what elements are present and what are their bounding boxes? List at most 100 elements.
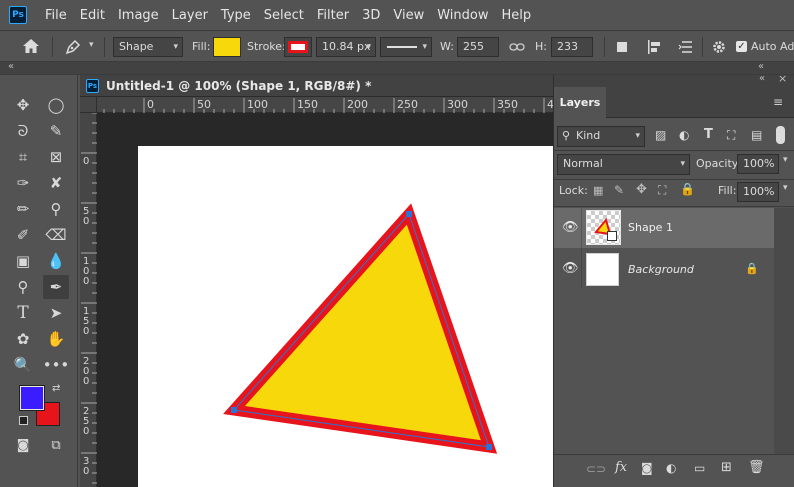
new-layer-icon[interactable]: ⊞ [721, 460, 732, 475]
menu-view[interactable]: View [387, 0, 431, 31]
chevron-down-icon[interactable]: ▾ [783, 155, 788, 165]
triangle-shape[interactable] [97, 113, 553, 487]
marquee-tool-icon[interactable]: ◯ [43, 93, 69, 117]
lasso-tool-icon[interactable]: ᘐ [10, 119, 36, 143]
frame-tool-icon[interactable]: ⊠ [43, 145, 69, 169]
collapse-panels-icon[interactable]: « [758, 61, 764, 72]
layer-row-shape-1[interactable]: 👁 Shape 1 [554, 208, 774, 248]
add-mask-icon[interactable]: ◙ [641, 461, 653, 475]
anchor-point[interactable] [231, 407, 237, 413]
healing-brush-tool-icon[interactable]: ✘ [43, 171, 69, 195]
more-tools-icon[interactable]: ••• [43, 353, 70, 377]
canvas-area[interactable] [97, 113, 553, 487]
opacity-field[interactable]: 100% [737, 154, 779, 174]
history-brush-tool-icon[interactable]: ✐ [10, 223, 36, 247]
height-label: H: [535, 40, 547, 53]
menu-layer[interactable]: Layer [166, 0, 215, 31]
path-selection-tool-icon[interactable]: ➤ [43, 301, 69, 325]
pen-tool-icon[interactable]: ✒ [43, 275, 69, 299]
shape-filter-icon[interactable]: ⛶ [727, 128, 735, 143]
clone-stamp-tool-icon[interactable]: ⚲ [43, 197, 69, 221]
brush-tool-icon[interactable]: ✏ [10, 197, 36, 221]
gear-icon[interactable] [711, 39, 727, 55]
ruler-origin[interactable] [80, 97, 97, 113]
path-operations-icon[interactable] [617, 42, 627, 52]
new-group-icon[interactable]: ▭ [694, 461, 705, 475]
gradient-tool-icon[interactable]: ▣ [10, 249, 36, 273]
link-layers-icon[interactable]: ⊂⊃ [586, 462, 606, 476]
chevron-down-icon[interactable]: ▾ [783, 183, 788, 193]
tab-layers[interactable]: Layers [554, 87, 606, 118]
filter-kind-select[interactable]: ⚲ Kind ▾ [557, 126, 645, 147]
menu-help[interactable]: Help [496, 0, 539, 31]
link-icon[interactable] [509, 42, 525, 52]
adjustment-layer-icon[interactable]: ◐ [666, 461, 676, 475]
anchor-point[interactable] [406, 211, 412, 217]
menu-image[interactable]: Image [112, 0, 166, 31]
panel-menu-icon[interactable]: ≡ [773, 95, 783, 109]
crop-tool-icon[interactable]: ⌗ [10, 145, 36, 169]
stroke-type-select[interactable]: ▾ [380, 37, 432, 57]
lock-position-icon[interactable]: ✥ [636, 182, 647, 197]
menu-edit[interactable]: Edit [74, 0, 112, 31]
path-alignment-icon[interactable] [646, 39, 662, 55]
default-colors-icon[interactable] [19, 416, 28, 425]
stroke-width-value: 10.84 px [322, 40, 371, 53]
lock-all-icon[interactable]: 🔒 [680, 182, 695, 196]
eyedropper-tool-icon[interactable]: ✑ [10, 171, 36, 195]
collapse-icon[interactable]: « [759, 73, 765, 84]
visibility-eye-icon[interactable]: 👁 [562, 261, 579, 276]
swap-colors-icon[interactable]: ⇄ [52, 383, 60, 394]
stroke-color-swatch[interactable] [284, 37, 312, 57]
custom-shape-tool-icon[interactable]: ✿ [10, 327, 36, 351]
menu-file[interactable]: File [39, 0, 74, 31]
quick-selection-tool-icon[interactable]: ✎ [43, 119, 69, 143]
fill-color-swatch[interactable] [213, 37, 241, 57]
collapse-toolbar-icon[interactable]: « [8, 61, 14, 72]
type-tool-icon[interactable]: T [10, 301, 36, 325]
fill-field[interactable]: 100% [737, 182, 779, 202]
menu-select[interactable]: Select [258, 0, 311, 31]
width-field[interactable]: 255 px [457, 37, 499, 71]
menu-filter[interactable]: Filter [311, 0, 356, 31]
hand-tool-icon[interactable]: ✋ [43, 327, 69, 351]
layer-style-icon[interactable]: fx [615, 460, 627, 475]
menu-type[interactable]: Type [215, 0, 258, 31]
screen-mode-icon[interactable]: ⧉ [43, 433, 69, 457]
pixel-filter-icon[interactable]: ▨ [655, 128, 666, 142]
chevron-down-icon[interactable]: ▾ [89, 40, 94, 50]
pen-tool-icon[interactable] [64, 38, 82, 56]
close-icon[interactable]: × [778, 72, 787, 85]
shape-mode-select[interactable]: Shape ▾ [113, 37, 183, 57]
lock-artboard-icon[interactable]: ⛶ [658, 183, 666, 198]
blur-tool-icon[interactable]: 💧 [43, 249, 69, 273]
dodge-tool-icon[interactable]: ⚲ [10, 275, 36, 299]
type-filter-icon[interactable]: T [704, 127, 713, 142]
height-field[interactable]: 233 px [551, 37, 593, 71]
menu-window[interactable]: Window [431, 0, 495, 31]
foreground-color-swatch[interactable] [19, 385, 45, 411]
delete-layer-icon[interactable]: 🗑 [748, 460, 765, 475]
auto-add-checkbox[interactable]: ✓ [736, 41, 747, 52]
adjustment-filter-icon[interactable]: ◐ [679, 128, 689, 142]
filter-toggle[interactable] [776, 126, 785, 144]
eraser-tool-icon[interactable]: ⌫ [43, 223, 69, 247]
blend-mode-select[interactable]: Normal ▾ [557, 154, 690, 175]
photoshop-logo[interactable]: Ps [9, 6, 27, 24]
visibility-eye-icon[interactable]: 👁 [562, 220, 579, 235]
layer-row-background[interactable]: 👁 Background 🔒 [554, 249, 774, 289]
stroke-width-field[interactable]: 10.84 px ▾ [316, 37, 376, 57]
path-arrangement-icon[interactable] [678, 39, 696, 55]
anchor-point[interactable] [486, 444, 492, 450]
lock-transparency-icon[interactable]: ▦ [593, 184, 603, 197]
move-tool-icon[interactable]: ✥ [10, 93, 36, 117]
layers-scrollbar[interactable] [774, 208, 794, 454]
quick-mask-icon[interactable]: ◙ [10, 433, 36, 457]
lock-image-icon[interactable]: ✎ [614, 183, 624, 197]
zoom-tool-icon[interactable]: 🔍 [10, 353, 36, 377]
home-icon[interactable] [22, 38, 40, 54]
ruler-label: 300 [447, 98, 468, 111]
smart-object-filter-icon[interactable]: ▤ [751, 128, 762, 142]
menu-3d[interactable]: 3D [356, 0, 387, 31]
ruler-label: 350 [497, 98, 518, 111]
